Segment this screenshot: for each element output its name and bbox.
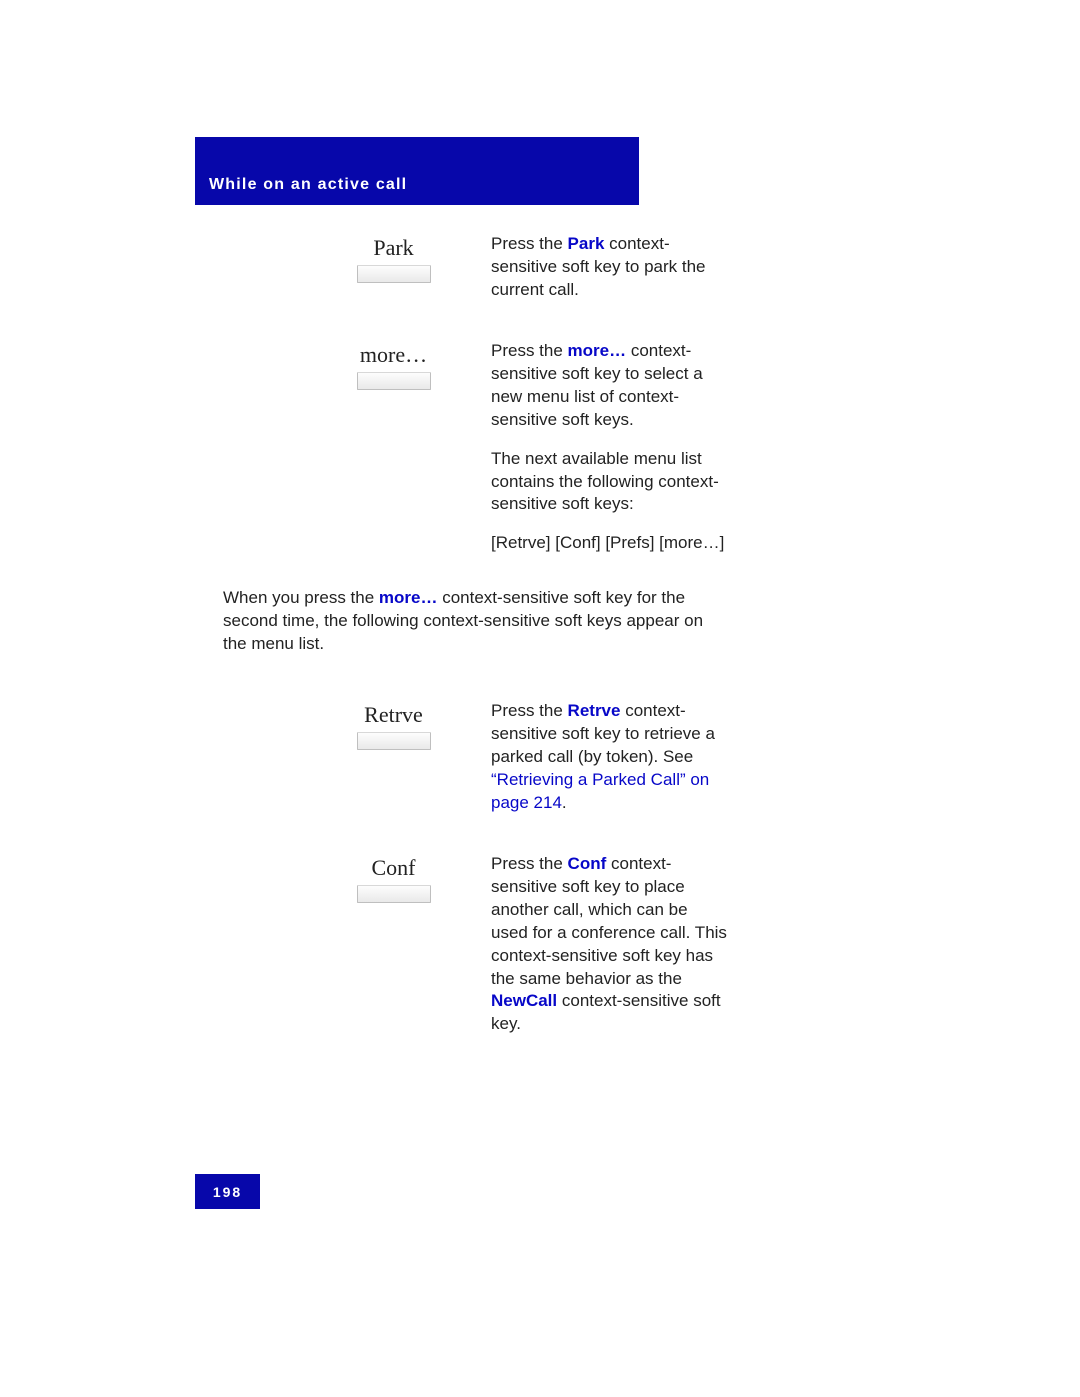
text: Press the: [491, 234, 568, 253]
text: context-sensitive soft key to place anot…: [491, 854, 727, 988]
softkey-button-icon: [357, 372, 431, 390]
text: .: [562, 793, 567, 812]
softkey-description: Press the Park context-sensitive soft ke…: [491, 233, 727, 302]
softkey-row-conf: Conf Press the Conf context-sensitive so…: [223, 853, 727, 1037]
transition-paragraph: When you press the more… context-sensiti…: [223, 587, 727, 656]
softkey-graphic-col: Conf: [296, 853, 491, 903]
bold-key-name: more…: [379, 588, 438, 607]
softkey-row-park: Park Press the Park context-sensitive so…: [223, 233, 727, 302]
bold-key-name: more…: [568, 341, 627, 360]
softkey-description: Press the Conf context-sensitive soft ke…: [491, 853, 727, 1037]
header-bar: While on an active call: [195, 137, 639, 205]
softkey-row-more: more… Press the more… context-sensitive …: [223, 340, 727, 556]
text: When you press the: [223, 588, 379, 607]
page-number-box: 198: [195, 1174, 260, 1209]
text: Press the: [491, 701, 568, 720]
bold-key-name: NewCall: [491, 991, 557, 1010]
content-block: Park Press the Park context-sensitive so…: [223, 233, 727, 1036]
paragraph: [Retrve] [Conf] [Prefs] [more…]: [491, 532, 727, 555]
softkey-button-icon: [357, 885, 431, 903]
softkey-label: Park: [296, 235, 491, 261]
cross-reference-link[interactable]: “Retrieving a Parked Call” on page 214: [491, 770, 709, 812]
softkey-graphic-col: Retrve: [296, 700, 491, 750]
softkey-graphic-col: more…: [296, 340, 491, 390]
paragraph: Press the Park context-sensitive soft ke…: [491, 233, 727, 302]
paragraph: Press the more… context-sensitive soft k…: [491, 340, 727, 432]
bold-key-name: Retrve: [568, 701, 621, 720]
section-title: While on an active call: [209, 176, 407, 194]
text: Press the: [491, 854, 568, 873]
softkey-label: more…: [296, 342, 491, 368]
manual-page: While on an active call Park Press the P…: [0, 0, 1080, 1397]
softkey-graphic-col: Park: [296, 233, 491, 283]
page-number: 198: [213, 1184, 242, 1200]
paragraph: Press the Conf context-sensitive soft ke…: [491, 853, 727, 1037]
softkey-row-retrve: Retrve Press the Retrve context-sensitiv…: [223, 700, 727, 815]
softkey-button-icon: [357, 265, 431, 283]
text: Press the: [491, 341, 568, 360]
softkey-button-icon: [357, 732, 431, 750]
paragraph: Press the Retrve context-sensitive soft …: [491, 700, 727, 815]
softkey-description: Press the Retrve context-sensitive soft …: [491, 700, 727, 815]
bold-key-name: Park: [568, 234, 605, 253]
softkey-label: Conf: [296, 855, 491, 881]
bold-key-name: Conf: [568, 854, 607, 873]
paragraph: The next available menu list contains th…: [491, 448, 727, 517]
softkey-label: Retrve: [296, 702, 491, 728]
softkey-description: Press the more… context-sensitive soft k…: [491, 340, 727, 556]
